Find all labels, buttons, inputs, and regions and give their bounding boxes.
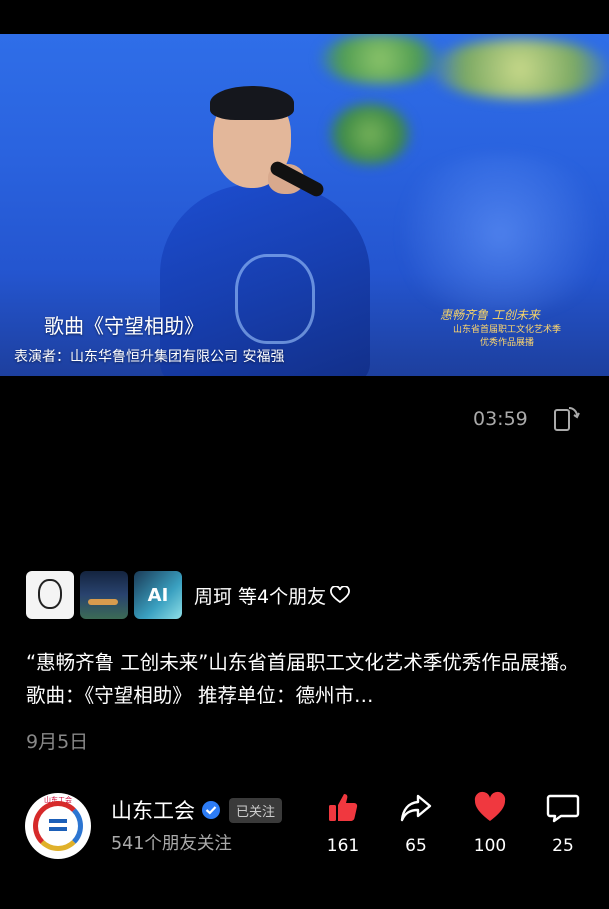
video-player[interactable]: 歌曲《守望相助》 表演者：山东华鲁恒升集团有限公司 安福强 惠畅齐鲁 工创未来 … [0,34,609,376]
friends-row[interactable]: AI 周珂 等4个朋友 [26,570,351,620]
heart-icon [474,791,506,821]
like-count: 161 [326,836,360,856]
heart-outline-icon [330,586,351,604]
like-button[interactable]: 161 [313,790,373,856]
video-organizer: 山东省首届职工文化艺术季 优秀作品展播 [452,325,561,348]
account-avatar[interactable]: 山东工会 [25,793,91,859]
post-date: 9月5日 [26,731,89,753]
fullscreen-rotate-icon[interactable] [552,404,580,432]
comment-bubble-icon [546,794,580,823]
video-song-title: 歌曲《守望相助》 [44,314,204,338]
video-duration: 03:59 [473,408,528,430]
friends-liked-text: 周珂 等4个朋友 [194,582,351,609]
favorite-count: 100 [473,836,507,856]
share-button[interactable]: 65 [386,790,446,856]
friend-avatar [80,571,128,619]
post-description[interactable]: “惠畅齐鲁 工创未来”山东省首届职工文化艺术季优秀作品展播。歌曲：《守望相助》 … [26,646,596,712]
video-background [430,39,609,99]
thumbs-up-icon [329,794,358,821]
followers-count: 541个朋友关注 [111,834,232,854]
verified-icon [202,801,220,819]
favorite-button[interactable]: 100 [460,790,520,856]
account-name-row[interactable]: 山东工会 已关注 [111,795,283,825]
friend-avatar [26,571,74,619]
share-count: 65 [405,836,427,856]
comment-count: 25 [552,836,574,856]
comment-button[interactable]: 25 [533,790,593,856]
account-name: 山东工会 [111,799,195,823]
friend-avatar: AI [134,571,182,619]
video-slogan: 惠畅齐鲁 工创未来 [440,308,540,322]
follow-status-badge[interactable]: 已关注 [229,797,283,823]
video-performer-credit: 表演者：山东华鲁恒升集团有限公司 安福强 [14,349,285,365]
share-arrow-icon [400,794,432,822]
